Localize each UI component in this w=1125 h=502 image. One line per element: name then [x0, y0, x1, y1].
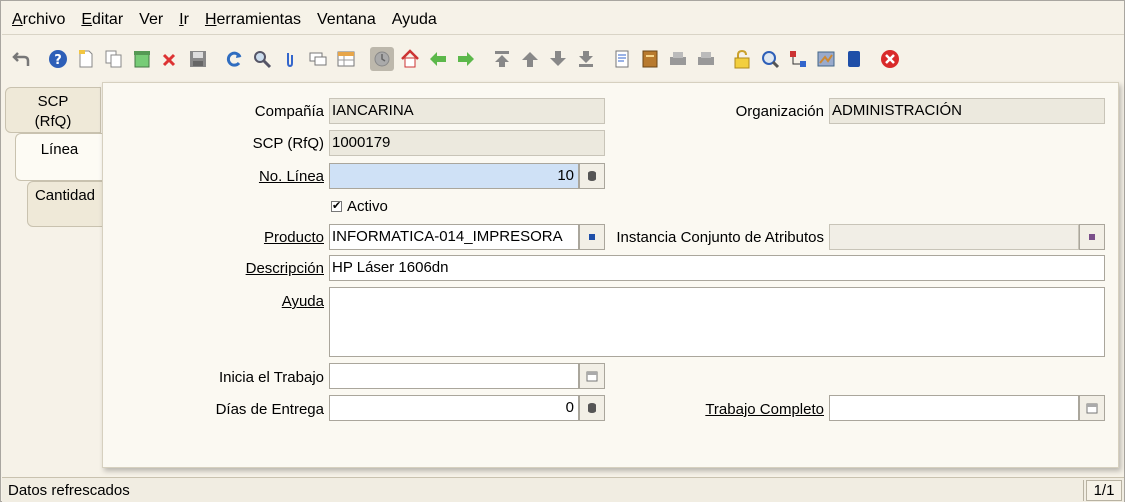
- exit-icon[interactable]: [878, 47, 902, 71]
- tab-linea[interactable]: Línea: [15, 133, 103, 181]
- descripcion-label: Descripción: [245, 260, 324, 277]
- svg-text:?: ?: [54, 53, 62, 68]
- attachment-icon[interactable]: [278, 47, 302, 71]
- first-record-icon[interactable]: [490, 47, 514, 71]
- status-divider: [1083, 480, 1084, 501]
- organizacion-label: Organización: [735, 103, 824, 120]
- calendar-icon: [586, 371, 598, 382]
- previous-record-icon[interactable]: [518, 47, 542, 71]
- archive-icon[interactable]: [638, 47, 662, 71]
- ayuda-textarea[interactable]: [329, 287, 1105, 357]
- help-icon[interactable]: ?: [46, 47, 70, 71]
- save-and-new-icon[interactable]: [130, 47, 154, 71]
- menu-ayuda[interactable]: Ayuda: [392, 11, 437, 29]
- history-icon[interactable]: [370, 47, 394, 71]
- trabajo-date-field[interactable]: [829, 395, 1079, 421]
- ayuda-label: Ayuda: [281, 293, 324, 310]
- lookup-icon: [589, 234, 595, 240]
- scp-label: SCP (RfQ): [252, 135, 324, 152]
- compania-label: Compañía: [254, 103, 324, 120]
- linea-label: No. Línea: [258, 168, 324, 185]
- menu-ir[interactable]: Ir: [179, 11, 189, 29]
- menu-ventana[interactable]: Ventana: [317, 11, 376, 29]
- trabajo-label: Trabajo Completo: [705, 401, 824, 418]
- report-icon[interactable]: [610, 47, 634, 71]
- next-record-icon[interactable]: [546, 47, 570, 71]
- status-bar: Datos refrescados 1/1: [2, 477, 1124, 502]
- product-info-icon[interactable]: [814, 47, 838, 71]
- last-record-icon[interactable]: [574, 47, 598, 71]
- toolbar: ?: [2, 39, 1124, 79]
- inicia-date-field[interactable]: [329, 363, 579, 389]
- menu-editar[interactable]: Editar: [81, 11, 123, 29]
- workflow-icon[interactable]: [786, 47, 810, 71]
- producto-label: Producto: [263, 229, 324, 246]
- menu-ver[interactable]: Ver: [139, 11, 163, 29]
- status-message: Datos refrescados: [8, 482, 130, 499]
- new-record-icon[interactable]: [74, 47, 98, 71]
- activo-checkbox[interactable]: ✔: [331, 201, 342, 212]
- lock-icon[interactable]: [730, 47, 754, 71]
- delete-icon[interactable]: [158, 47, 182, 71]
- tab-cantidad[interactable]: Cantidad: [27, 181, 103, 227]
- instancia-field[interactable]: [829, 224, 1079, 250]
- producto-lookup-button[interactable]: [579, 224, 605, 250]
- forward-icon[interactable]: [454, 47, 478, 71]
- print-preview-icon[interactable]: [666, 47, 690, 71]
- inicia-label: Inicia el Trabajo: [218, 369, 324, 386]
- instancia-lookup-button[interactable]: [1079, 224, 1105, 250]
- dias-number-field[interactable]: 0: [329, 395, 579, 421]
- attribute-icon: [1089, 234, 1095, 240]
- instancia-label: Instancia Conjunto de Atributos: [616, 229, 824, 246]
- find-icon[interactable]: [250, 47, 274, 71]
- linea-number-field[interactable]: 10: [329, 163, 579, 189]
- linea-calculator-button[interactable]: [579, 163, 605, 189]
- grid-toggle-icon[interactable]: [334, 47, 358, 71]
- dias-calculator-button[interactable]: [579, 395, 605, 421]
- dias-label: Días de Entrega: [215, 401, 324, 418]
- compania-field[interactable]: IANCARINA: [329, 98, 605, 124]
- form-panel: Compañía IANCARINA Organización ADMINIST…: [102, 82, 1119, 468]
- menu-bar: Archivo Editar Ver Ir Herramientas Venta…: [2, 5, 1124, 35]
- calculator-icon: [588, 171, 596, 181]
- tab-scp-rfq[interactable]: SCP (RfQ): [5, 87, 101, 133]
- menu-archivo[interactable]: Archivo: [12, 11, 65, 29]
- undo-icon[interactable]: [10, 47, 34, 71]
- trabajo-date-button[interactable]: [1079, 395, 1105, 421]
- save-icon[interactable]: [186, 47, 210, 71]
- descripcion-field[interactable]: HP Láser 1606dn: [329, 255, 1105, 281]
- activo-label: Activo: [347, 198, 388, 215]
- tab-strip: SCP (RfQ) Cantidad Línea: [5, 87, 103, 467]
- app-window: Archivo Editar Ver Ir Herramientas Venta…: [0, 0, 1125, 502]
- scp-field[interactable]: 1000179: [329, 130, 605, 156]
- back-icon[interactable]: [426, 47, 450, 71]
- copy-record-icon[interactable]: [102, 47, 126, 71]
- print-icon[interactable]: [694, 47, 718, 71]
- menu-herramientas[interactable]: Herramientas: [205, 11, 301, 29]
- inicia-date-button[interactable]: [579, 363, 605, 389]
- refresh-icon[interactable]: [222, 47, 246, 71]
- zoom-across-icon[interactable]: [758, 47, 782, 71]
- organizacion-field[interactable]: ADMINISTRACIÓN: [829, 98, 1105, 124]
- calendar-icon: [1086, 403, 1098, 414]
- chat-icon[interactable]: [306, 47, 330, 71]
- record-count[interactable]: 1/1: [1086, 480, 1122, 501]
- active-workflows-icon[interactable]: [842, 47, 866, 71]
- calculator-icon: [588, 403, 596, 413]
- home-icon[interactable]: [398, 47, 422, 71]
- producto-field[interactable]: INFORMATICA-014_IMPRESORA: [329, 224, 579, 250]
